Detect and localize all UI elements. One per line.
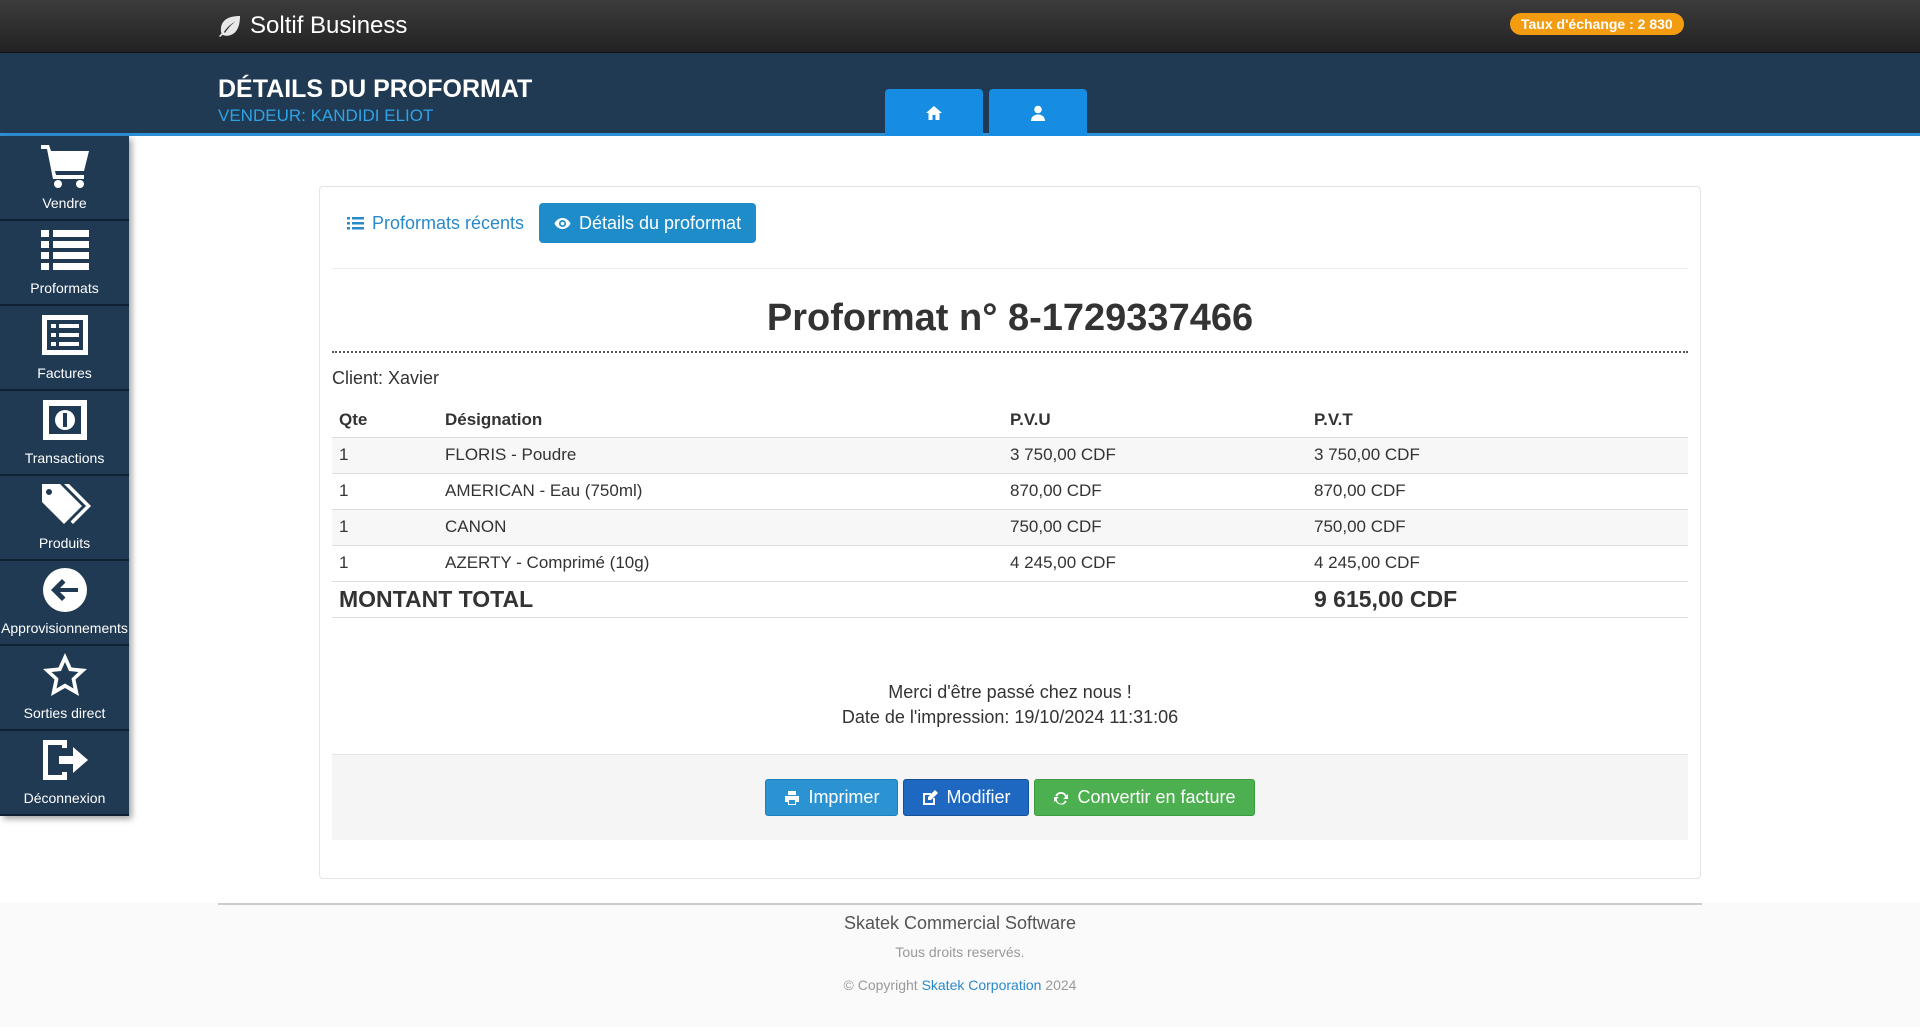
user-icon — [1031, 105, 1045, 121]
sidebar-item-proformats[interactable]: Proformats — [0, 221, 129, 306]
sidebar-item-label: Sorties direct — [23, 705, 106, 721]
cell-designation: AZERTY - Comprimé (10g) — [438, 545, 1003, 582]
arrow-left-circle-icon — [42, 568, 87, 612]
invoice-icon — [41, 315, 88, 355]
cell-pvt: 3 750,00 CDF — [1307, 437, 1688, 474]
table-row: 1 AMERICAN - Eau (750ml) 870,00 CDF 870,… — [332, 473, 1688, 510]
print-date: Date de l'impression: 19/10/2024 11:31:0… — [841, 707, 1179, 727]
cell-pvt: 870,00 CDF — [1307, 473, 1688, 510]
footer: Skatek Commercial Software Tous droits r… — [0, 903, 1920, 1027]
sidebar-item-label: Factures — [37, 365, 92, 381]
sidebar-item-label: Proformats — [30, 280, 99, 296]
refresh-icon — [1054, 791, 1069, 805]
sidebar-item-vendre[interactable]: Vendre — [0, 136, 129, 221]
sidebar-item-factures[interactable]: Factures — [0, 306, 129, 391]
total-row: MONTANT TOTAL 9 615,00 CDF — [332, 581, 1688, 618]
sidebar: Vendre Proformats Factures Transactions … — [0, 136, 129, 816]
sidebar-item-sorties-direct[interactable]: Sorties direct — [0, 646, 129, 731]
button-label: Imprimer — [808, 787, 880, 807]
print-button[interactable]: Imprimer — [765, 779, 899, 816]
top-navbar: Soltif Business Taux d'échange : 2 830 — [0, 0, 1920, 53]
cell-qte: 1 — [332, 509, 438, 546]
cell-designation: FLORIS - Poudre — [438, 437, 1003, 474]
cell-pvu: 4 245,00 CDF — [1003, 545, 1307, 582]
cell-qte: 1 — [332, 545, 438, 582]
sidebar-item-transactions[interactable]: Transactions — [0, 391, 129, 476]
sidebar-item-label: Approvisionnements — [1, 620, 128, 636]
table-row: 1 CANON 750,00 CDF 750,00 CDF — [332, 509, 1688, 546]
star-icon — [42, 653, 87, 696]
edit-button[interactable]: Modifier — [903, 779, 1030, 816]
proforma-panel: Proformats récents Détails du proformat … — [319, 186, 1701, 879]
tab-proforma-details[interactable]: Détails du proformat — [539, 203, 757, 243]
list-icon — [40, 230, 89, 270]
sidebar-item-deconnexion[interactable]: Déconnexion — [0, 731, 129, 816]
cell-pvu: 750,00 CDF — [1003, 509, 1307, 546]
seller-name: VENDEUR: KANDIDI ELIOT — [218, 106, 434, 125]
tags-icon — [41, 484, 91, 524]
tab-label: Proformats récents — [372, 212, 525, 233]
dotted-divider — [332, 351, 1688, 353]
table-row: 1 FLORIS - Poudre 3 750,00 CDF 3 750,00 … — [332, 437, 1688, 474]
footer-rights: Tous droits reservés. — [895, 944, 1025, 960]
user-tab[interactable] — [989, 89, 1087, 136]
tab-recent-proformas[interactable]: Proformats récents — [332, 203, 539, 243]
cell-designation: CANON — [438, 509, 1003, 546]
sidebar-item-label: Déconnexion — [23, 790, 106, 806]
list-icon — [347, 216, 364, 229]
money-icon — [42, 400, 87, 440]
home-icon — [926, 105, 942, 120]
column-header-designation: Désignation — [438, 401, 1003, 438]
client-name: Client: Xavier — [332, 368, 440, 388]
print-icon — [785, 790, 800, 805]
cart-icon — [40, 145, 89, 188]
thanks-message-block: Merci d'être passé chez nous ! Date de l… — [332, 680, 1688, 730]
cell-pvu: 870,00 CDF — [1003, 473, 1307, 510]
brand[interactable]: Soltif Business — [218, 12, 407, 40]
sidebar-item-label: Vendre — [42, 195, 87, 211]
footer-divider — [218, 903, 1702, 905]
eye-icon — [554, 217, 571, 229]
brand-name: Soltif Business — [250, 12, 408, 39]
button-label: Modifier — [946, 787, 1011, 807]
cell-pvt: 4 245,00 CDF — [1307, 545, 1688, 582]
thanks-message: Merci d'être passé chez nous ! — [888, 682, 1132, 702]
proforma-items-table: Qte Désignation P.V.U P.V.T 1 FLORIS - P… — [332, 401, 1688, 618]
home-tab[interactable] — [885, 89, 983, 136]
sidebar-item-label: Transactions — [24, 450, 105, 466]
button-label: Convertir en facture — [1077, 787, 1236, 807]
sidebar-item-label: Produits — [38, 535, 91, 551]
cell-qte: 1 — [332, 437, 438, 474]
cell-designation: AMERICAN - Eau (750ml) — [438, 473, 1003, 510]
column-header-pvt: P.V.T — [1307, 401, 1688, 438]
table-row: 1 AZERTY - Comprimé (10g) 4 245,00 CDF 4… — [332, 545, 1688, 582]
convert-to-invoice-button[interactable]: Convertir en facture — [1034, 779, 1255, 816]
company-link[interactable]: Skatek Corporation — [922, 977, 1042, 993]
column-header-pvu: P.V.U — [1003, 401, 1307, 438]
total-label: MONTANT TOTAL — [332, 581, 1307, 618]
total-value: 9 615,00 CDF — [1307, 581, 1688, 618]
table-header-row: Qte Désignation P.V.U P.V.T — [332, 401, 1688, 438]
logout-icon — [42, 740, 88, 780]
page-header: DÉTAILS DU PROFORMAT VENDEUR: KANDIDI EL… — [0, 53, 1920, 136]
cell-pvu: 3 750,00 CDF — [1003, 437, 1307, 474]
divider — [332, 268, 1688, 269]
edit-icon — [923, 789, 939, 805]
sidebar-item-produits[interactable]: Produits — [0, 476, 129, 561]
copyright-year: 2024 — [1045, 977, 1077, 993]
leaf-icon — [219, 16, 240, 37]
copyright-prefix: © Copyright — [843, 977, 918, 993]
exchange-rate-badge: Taux d'échange : 2 830 — [1510, 13, 1684, 35]
footer-copyright: © Copyright Skatek Corporation 2024 — [0, 977, 1920, 993]
page-title: DÉTAILS DU PROFORMAT — [218, 75, 533, 103]
cell-pvt: 750,00 CDF — [1307, 509, 1688, 546]
column-header-qte: Qte — [332, 401, 438, 438]
sidebar-item-approvisionnements[interactable]: Approvisionnements — [0, 561, 129, 646]
footer-title: Skatek Commercial Software — [843, 913, 1077, 933]
cell-qte: 1 — [332, 473, 438, 510]
proforma-number: Proformat n° 8-1729337466 — [766, 297, 1254, 339]
action-bar: Imprimer Modifier Convertir en facture — [332, 754, 1688, 840]
tab-label: Détails du proformat — [579, 212, 742, 233]
